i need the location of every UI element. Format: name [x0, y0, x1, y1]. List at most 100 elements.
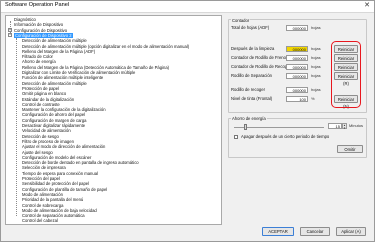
expand-icon[interactable]: +: [8, 27, 12, 32]
tree-item[interactable]: Configuración de plantilla de tamaño de …: [22, 187, 107, 192]
energy-minutes-input[interactable]: 15: [328, 123, 342, 129]
counter-unit: hojas: [311, 46, 321, 51]
title-bar: Software Operation Panel ✕: [1, 1, 374, 13]
tree-item[interactable]: Ajuste del sesgo: [22, 150, 53, 155]
tree-item-label: Control de sobrecarga: [22, 202, 64, 208]
counter-group-label: Contador: [231, 18, 251, 23]
tree-item-label: Ajustar el modo de dirección de alimenta…: [22, 144, 106, 150]
tree-connector: [16, 38, 17, 216]
tree-item[interactable]: Función de alimentación múltiple intelig…: [22, 75, 103, 80]
tree-item[interactable]: Detección de borde dentado en pantalla d…: [22, 160, 139, 165]
tree-item[interactable]: Velocidad de alimentación: [22, 128, 71, 133]
tree-item-label: Omitir página en blanco: [22, 91, 67, 97]
cancel-button[interactable]: Cancelar: [300, 227, 330, 236]
tree-item[interactable]: Protección de papel: [22, 86, 59, 91]
tree-item-label: Control de contraste: [22, 101, 60, 107]
tree-item[interactable]: Tiempo de espera para conexión manual: [22, 171, 98, 176]
tree-item[interactable]: Selección de impresora: [22, 165, 66, 170]
energy-group-label: Ahorro de energía: [231, 116, 267, 121]
counter-unit: hojas: [311, 87, 321, 92]
energy-unit: Minutos: [349, 123, 364, 128]
tree-item-label: Digitalizar con Límite de Verificación d…: [22, 70, 136, 75]
tree-item[interactable]: Diagnóstico: [14, 17, 36, 22]
tree-item[interactable]: Estándar de la digitalización: [22, 97, 74, 102]
tree-item[interactable]: Detección de alimentación múltiple (opci…: [22, 44, 189, 49]
tree-item-label: Ajuste del sesgo: [22, 149, 53, 155]
tree-item[interactable]: Configuración de ahorro del papel: [22, 112, 85, 117]
energy-spin-button[interactable]: ▴ ▾: [342, 123, 347, 129]
reset-buttons-highlight: [331, 41, 361, 108]
counter-value: 000000: [286, 25, 308, 31]
tree-item[interactable]: Control de separación automática: [22, 213, 85, 218]
tree-item[interactable]: Control del cabezal: [22, 218, 58, 223]
counter-label: Contador de Rodillo de Freno: [231, 55, 286, 60]
tree-item[interactable]: Omitir página en blanco: [22, 91, 66, 96]
counter-value: 100: [286, 96, 308, 102]
tree-item-label: Filtrado de Color: [22, 54, 53, 60]
energy-slider-track[interactable]: [234, 127, 324, 128]
counter-unit: hojas: [311, 64, 321, 69]
tree-item[interactable]: Control de sobrecarga: [22, 203, 63, 208]
tree-item[interactable]: Desactivar digitalizar rápidamente: [22, 123, 85, 128]
tree-item-label: Selección de impresora: [22, 165, 66, 171]
tree-item-label: Información de Dispositivo: [14, 22, 64, 28]
expand-icon[interactable]: −: [8, 32, 12, 37]
tree-item-label: Relleno del Margen de la Página (Detecci…: [22, 64, 170, 70]
tree-item-label: Control del cabezal: [22, 218, 58, 224]
tree-item-label: Detección de alimentación múltiple: [22, 38, 87, 44]
tree-item-label: Ahorro de energía: [22, 59, 56, 65]
tree-item-label: Relleno del Margen de la Página (ADF): [22, 48, 96, 54]
counter-unit: hojas: [311, 73, 321, 78]
counter-label: Contador de Rodillo de Recoger: [231, 64, 291, 69]
tree-item-label: Protección de papel: [22, 85, 60, 91]
counter-label: Nivel de tinta (Frontal): [231, 96, 273, 101]
tree-item-label: Detección de sesgo: [22, 133, 59, 139]
tree-item[interactable]: Relleno del Margen de la Página (Detecci…: [22, 65, 169, 70]
default-button[interactable]: Omitir: [337, 145, 363, 153]
tree-item[interactable]: Información de Dispositivo: [14, 22, 63, 27]
accept-button[interactable]: ACEPTAR: [262, 227, 294, 236]
tree-item[interactable]: Ajustar el modo de dirección de alimenta…: [22, 144, 105, 149]
tree-item[interactable]: Digitalizar con Límite de Verificación d…: [22, 70, 135, 75]
counter-value: 000000: [286, 73, 308, 79]
tree-item[interactable]: Filtro de proceso de imagen: [22, 139, 74, 144]
tree-item-label: Velocidad de alimentación: [22, 128, 71, 134]
counter-unit: hojas: [311, 25, 321, 30]
tree-item-label: Configuración de ahorro del papel: [22, 112, 86, 118]
tree-item-label: Modo de alimentación: [22, 191, 63, 197]
tree-item[interactable]: Detección de alimentación múltiple: [22, 81, 87, 86]
tree-item[interactable]: + Configuración de Dispositivo: [8, 27, 67, 33]
counter-label: Después de la limpieza: [231, 46, 275, 51]
tree-item[interactable]: Mantener la configuración de la digitali…: [22, 107, 106, 112]
tree-item[interactable]: Detección de alimentación múltiple: [22, 38, 87, 43]
energy-slider-thumb[interactable]: [244, 124, 247, 130]
tree-item[interactable]: Relleno del Margen de la Página (ADF): [22, 49, 95, 54]
tree-item-label: Diagnóstico: [14, 17, 36, 22]
apply-button[interactable]: Aplicar (A): [336, 227, 366, 236]
tree-item[interactable]: Prioridad de la pantalla del menú: [22, 197, 83, 202]
tree-item[interactable]: Protección del papel: [22, 176, 60, 181]
counter-label: Rodillo de Separación: [231, 73, 272, 78]
tree-item[interactable]: Sensibilidad de protección del papel: [22, 181, 89, 186]
settings-tree[interactable]: Diagnóstico Información de Dispositivo + Co…: [5, 15, 222, 225]
counter-value: 000000: [286, 55, 308, 61]
tree-item[interactable]: Ahorro de energía: [22, 59, 56, 64]
counter-value: 000000: [286, 64, 308, 70]
tree-item[interactable]: Detección de sesgo: [22, 134, 59, 139]
counter-label: Total de hojas (ADF): [231, 25, 270, 30]
tree-item[interactable]: − Configuración de Dispositivo 2: [8, 32, 73, 38]
tree-item[interactable]: Modo de alimentación: [22, 192, 63, 197]
tree-item[interactable]: Configuración de modelo del escáner: [22, 155, 91, 160]
tree-item-label: Sensibilidad de protección del papel: [22, 181, 90, 187]
tree-item-label: Prioridad de la pantalla del menú: [22, 197, 84, 203]
tree-item[interactable]: Modo de alimentación de baja velocidad: [22, 208, 97, 213]
tree-item[interactable]: Configuración de margen de carga: [22, 118, 86, 123]
tree-item-label: Detección de alimentación múltiple: [22, 80, 87, 86]
power-off-checkbox[interactable]: [234, 135, 238, 139]
counter-value: 000000: [286, 87, 308, 93]
tree-item[interactable]: Control de contraste: [22, 102, 60, 107]
tree-item-label: Configuración de Dispositivo 2: [14, 32, 73, 38]
close-icon[interactable]: ✕: [363, 2, 371, 10]
tree-item-label: Modo de alimentación de baja velocidad: [22, 207, 97, 213]
tree-item[interactable]: Filtrado de Color: [22, 54, 53, 59]
